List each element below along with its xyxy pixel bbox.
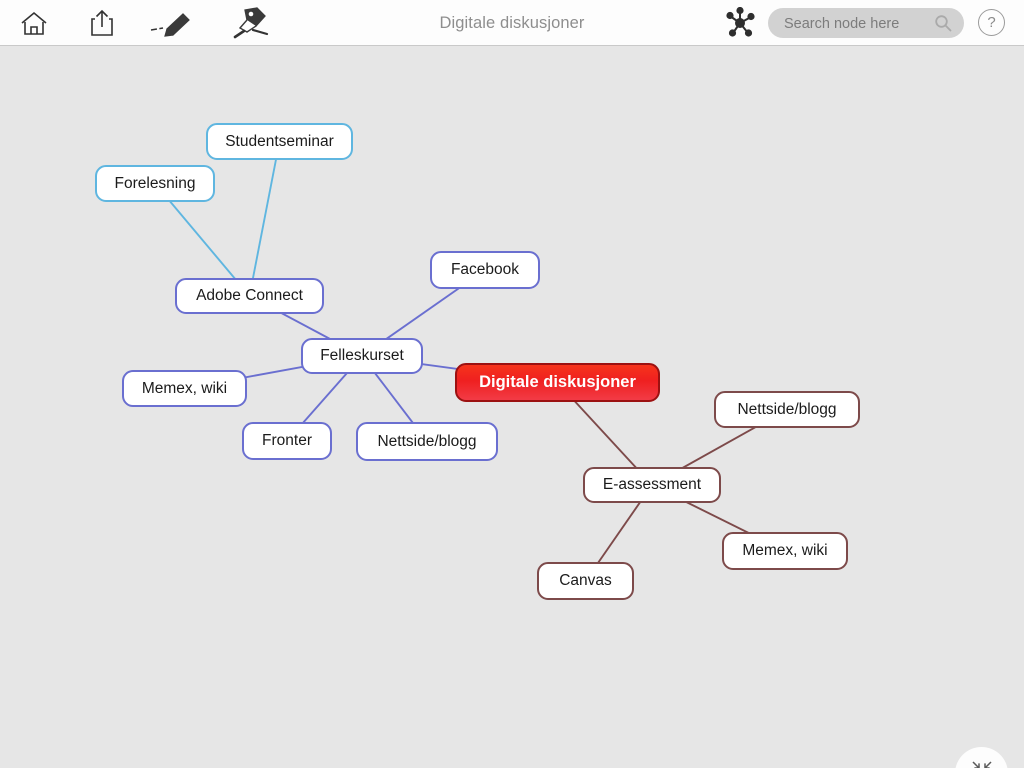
node-layout-icon[interactable] (718, 0, 762, 46)
home-icon[interactable] (10, 0, 58, 46)
mindmap-node-label: Memex, wiki (141, 379, 228, 397)
mindmap-node-adobe-connect[interactable]: Adobe Connect (175, 278, 324, 314)
mindmap-node-label: Felleskurset (320, 347, 404, 364)
share-icon[interactable] (78, 0, 126, 46)
mindmap-node-studentseminar[interactable]: Studentseminar (206, 123, 353, 160)
mindmap-node-label: Digitale diskusjoner (479, 373, 636, 391)
mindmap-node-e-assessment[interactable]: E-assessment (583, 467, 721, 503)
mindmap-node-canvas-node[interactable]: Canvas (537, 562, 634, 600)
mindmap-node-label: Studentseminar (225, 132, 334, 150)
mindmap-node-nettside-blogg-right[interactable]: Nettside/blogg (714, 391, 860, 428)
mindmap-node-label: Forelesning (114, 174, 196, 192)
mindmap-node-label: Fronter (262, 432, 312, 449)
mindmap-node-memex-wiki-left[interactable]: Memex, wiki (122, 370, 247, 407)
collapse-arrows-icon (970, 759, 994, 768)
mindmap-canvas[interactable]: Digitale diskusjoner Studentseminar Forele… (0, 47, 1024, 768)
edge-layer (154, 141, 788, 582)
pencil-icon[interactable] (148, 0, 200, 46)
mindmap-node-label: E-assessment (602, 476, 702, 493)
mindmap-app: Digitale diskusjoner ? (0, 0, 1024, 768)
mindmap-node-fronter[interactable]: Fronter (242, 422, 332, 460)
mindmap-node-label: Facebook (450, 261, 520, 278)
mindmap-node-label: Nettside/blogg (377, 432, 477, 450)
search-input[interactable] (782, 8, 936, 40)
mindmap-node-label: Canvas (559, 572, 612, 589)
help-button[interactable]: ? (978, 9, 1005, 36)
mindmap-node-felleskurset[interactable]: Felleskurset (301, 338, 423, 374)
mindmap-node-label: Adobe Connect (196, 287, 303, 304)
search-box[interactable] (768, 8, 964, 40)
paintbrush-icon[interactable] (222, 0, 276, 46)
mindmap-node-nettside-blogg-left[interactable]: Nettside/blogg (356, 422, 498, 461)
toolbar: Digitale diskusjoner ? (0, 0, 1024, 46)
edge-studentseminar-adobe-connect (248, 141, 281, 297)
mindmap-node-forelesning[interactable]: Forelesning (95, 165, 215, 202)
mindmap-node-label: Nettside/blogg (737, 400, 837, 418)
mindmap-node-digitale-diskusjoner[interactable]: Digitale diskusjoner (455, 363, 660, 402)
mindmap-node-memex-wiki-right[interactable]: Memex, wiki (722, 532, 848, 570)
mindmap-node-label: Memex, wiki (742, 542, 828, 559)
search-icon (934, 14, 952, 32)
mindmap-node-facebook[interactable]: Facebook (430, 251, 540, 289)
